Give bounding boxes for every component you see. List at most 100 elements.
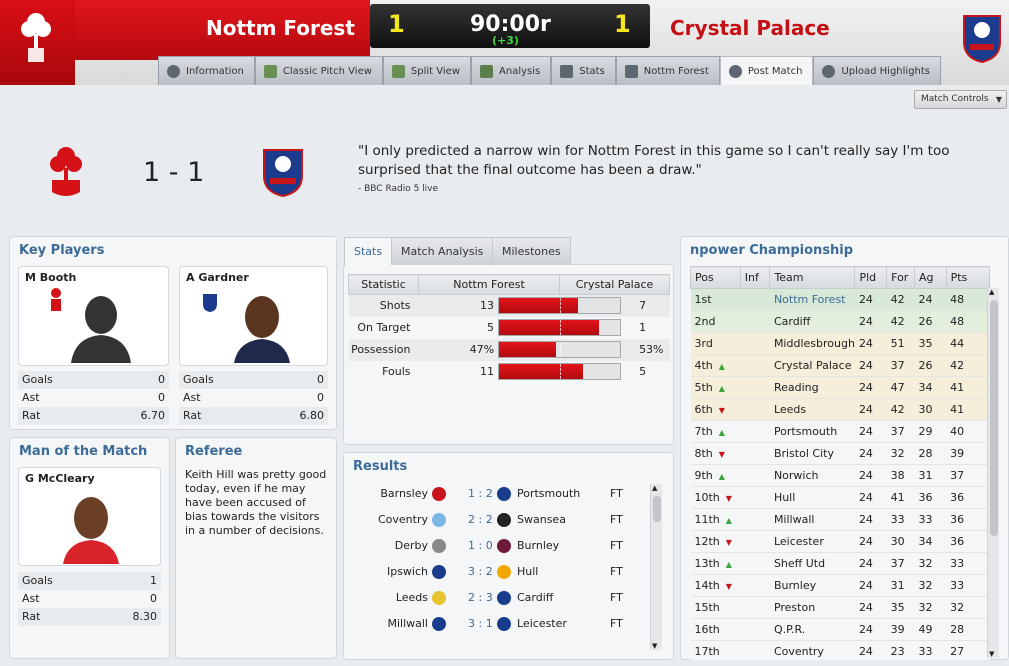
league-team[interactable]: Burnley	[769, 574, 855, 597]
tab-milestones[interactable]: Milestones	[492, 237, 571, 265]
league-row[interactable]: 10th ▼ Hull 24 41 36 36	[690, 486, 990, 509]
match-controls-dropdown[interactable]: Match Controls ▼	[914, 90, 1007, 109]
away-badge-icon	[497, 591, 511, 605]
league-row[interactable]: 3rd Middlesbrough 24 51 35 44	[690, 332, 990, 355]
arrow-down-icon: ▼	[725, 538, 732, 547]
gardner-stats: Goals 0 Ast 0 Rat 6.80	[179, 371, 328, 425]
away-team: Cardiff	[517, 591, 554, 604]
shield-icon	[728, 64, 742, 78]
league-team[interactable]: Portsmouth	[769, 420, 855, 443]
arrow-down-icon: ▼	[718, 450, 725, 459]
league-team[interactable]: Coventry	[769, 640, 855, 660]
league-team[interactable]: Leicester	[769, 530, 855, 553]
result-row[interactable]: Leeds 2 : 3 Cardiff FT	[350, 585, 650, 611]
result-row[interactable]: Ipswich 3 : 2 Hull FT	[350, 559, 650, 585]
league-row[interactable]: 16th Q.P.R. 24 39 49 28	[690, 618, 990, 641]
result-score[interactable]: 2 : 2	[468, 507, 493, 533]
league-team[interactable]: Leeds	[769, 398, 855, 421]
league-team[interactable]: Bristol City	[769, 442, 855, 465]
league-team[interactable]: Cardiff	[769, 310, 855, 333]
result-score[interactable]: 2 : 3	[468, 585, 493, 611]
league-row[interactable]: 2nd Cardiff 24 42 26 48	[690, 310, 990, 333]
league-for: 51	[886, 332, 915, 355]
results-scrollbar[interactable]: ▲ ▼	[650, 484, 662, 650]
league-team[interactable]: Preston	[769, 596, 855, 619]
league-row[interactable]: 8th ▼ Bristol City 24 32 28 39	[690, 442, 990, 465]
tab-stats[interactable]: Stats	[551, 56, 616, 85]
player-name: G McCleary	[25, 472, 95, 485]
scroll-down-icon[interactable]: ▼	[989, 650, 994, 658]
league-team[interactable]: Reading	[769, 376, 855, 399]
scroll-thumb[interactable]	[653, 496, 661, 522]
player-card-mccleary[interactable]: G McCleary	[18, 467, 161, 566]
league-pts: 28	[946, 618, 990, 641]
league-row[interactable]: 9th ▲ Norwich 24 38 31 37	[690, 464, 990, 487]
league-team[interactable]: Millwall	[769, 508, 855, 531]
referee-title: Referee	[185, 444, 243, 459]
home-team: Barnsley	[380, 487, 428, 500]
player-card-gardner[interactable]: A Gardner	[179, 266, 328, 366]
league-pld: 24	[854, 530, 887, 553]
result-score[interactable]: 3 : 1	[468, 611, 493, 637]
referee-panel: Referee Keith Hill was pretty good today…	[175, 437, 337, 659]
added-time: (+3)	[492, 34, 519, 47]
tab-upload-highlights[interactable]: Upload Highlights	[813, 56, 942, 85]
league-row[interactable]: 13th ▲ Sheff Utd 24 37 32 33	[690, 552, 990, 575]
league-row[interactable]: 1st Nottm Forest 24 42 24 48	[690, 288, 990, 311]
tab-nottm-forest[interactable]: Nottm Forest	[615, 56, 720, 85]
league-row[interactable]: 6th ▼ Leeds 24 42 30 41	[690, 398, 990, 421]
league-team[interactable]: Q.P.R.	[769, 618, 855, 641]
result-score[interactable]: 1 : 2	[468, 481, 493, 507]
home-team: Leeds	[395, 591, 428, 604]
scroll-thumb[interactable]	[990, 300, 998, 536]
result-row[interactable]: Barnsley 1 : 2 Portsmouth FT	[350, 481, 650, 507]
tab-split-view[interactable]: Split View	[382, 56, 472, 85]
league-scrollbar[interactable]: ▲ ▼	[987, 288, 999, 658]
league-row[interactable]: 11th ▲ Millwall 24 33 33 36	[690, 508, 990, 531]
league-ag: 49	[914, 618, 947, 641]
league-row[interactable]: 14th ▼ Burnley 24 31 32 33	[690, 574, 990, 597]
league-pts: 36	[946, 508, 990, 531]
home-badge-icon	[432, 487, 446, 501]
scroll-up-icon[interactable]: ▲	[652, 484, 657, 492]
result-row[interactable]: Coventry 2 : 2 Swansea FT	[350, 507, 650, 533]
result-row[interactable]: Derby 1 : 0 Burnley FT	[350, 533, 650, 559]
away-team: Leicester	[517, 617, 567, 630]
league-pos: 1st	[690, 288, 741, 311]
tab-classic-pitch-view[interactable]: Classic Pitch View	[254, 56, 383, 85]
away-team: Burnley	[517, 539, 560, 552]
league-row[interactable]: 17th Coventry 24 23 33 27	[690, 640, 990, 660]
league-team[interactable]: Sheff Utd	[769, 552, 855, 575]
league-for: 42	[886, 398, 915, 421]
league-team[interactable]: Crystal Palace	[769, 354, 855, 377]
league-team[interactable]: Nottm Forest	[769, 288, 855, 311]
scroll-down-icon[interactable]: ▼	[652, 642, 657, 650]
league-pld: 24	[854, 354, 887, 377]
league-row[interactable]: 7th ▲ Portsmouth 24 37 29 40	[690, 420, 990, 443]
tab-information[interactable]: Information	[158, 56, 255, 85]
tab-stats[interactable]: Stats	[344, 237, 393, 265]
referee-report: Keith Hill was pretty good today, even i…	[185, 468, 327, 537]
tab-match-analysis[interactable]: Match Analysis	[391, 237, 494, 265]
league-row[interactable]: 5th ▲ Reading 24 47 34 41	[690, 376, 990, 399]
league-pos: 8th ▼	[690, 442, 741, 465]
home-crest	[50, 147, 82, 196]
league-pld: 24	[854, 596, 887, 619]
league-row[interactable]: 12th ▼ Leicester 24 30 34 36	[690, 530, 990, 553]
league-pos: 3rd	[690, 332, 741, 355]
league-row[interactable]: 4th ▲ Crystal Palace 24 37 26 42	[690, 354, 990, 377]
league-team[interactable]: Middlesbrough	[769, 332, 855, 355]
league-team[interactable]: Norwich	[769, 464, 855, 487]
league-row[interactable]: 15th Preston 24 35 32 32	[690, 596, 990, 619]
result-score[interactable]: 1 : 0	[468, 533, 493, 559]
league-team[interactable]: Hull	[769, 486, 855, 509]
scroll-up-icon[interactable]: ▲	[989, 288, 994, 296]
league-ag: 36	[914, 486, 947, 509]
player-card-booth[interactable]: M Booth	[18, 266, 169, 366]
league-inf	[740, 354, 770, 377]
result-score[interactable]: 3 : 2	[468, 559, 493, 585]
tab-analysis[interactable]: Analysis	[471, 56, 552, 85]
tab-post-match[interactable]: Post Match	[719, 56, 814, 85]
result-row[interactable]: Millwall 3 : 1 Leicester FT	[350, 611, 650, 637]
league-ag: 33	[914, 640, 947, 660]
